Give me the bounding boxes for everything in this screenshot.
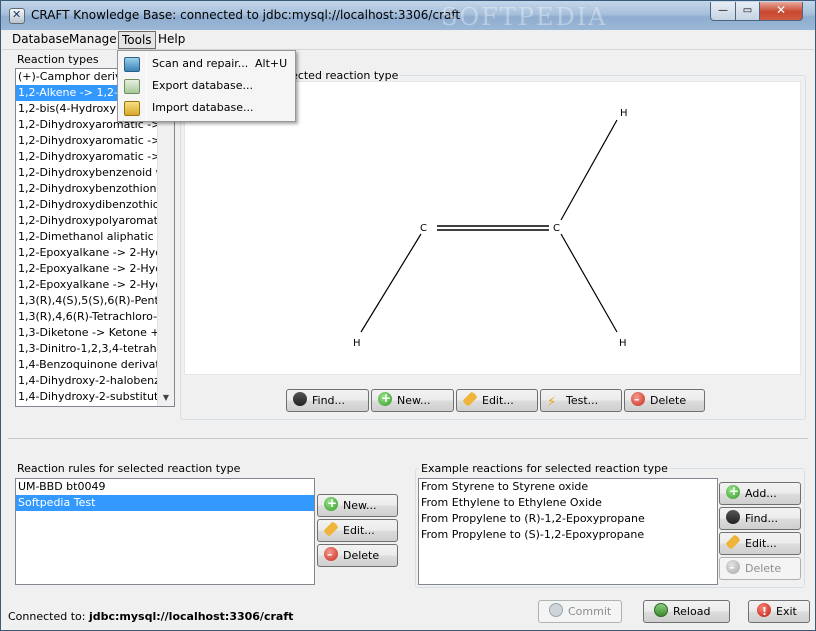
delete-reaction-type-button[interactable]: Delete [624, 389, 705, 412]
atom-c1: C [420, 223, 427, 234]
reaction-type-item[interactable]: 1,2-Epoxyalkane -> 2-Hydro: [16, 261, 174, 277]
softpedia-watermark: SOFTPEDIA [441, 3, 608, 31]
reaction-rules-label: Reaction rules for selected reaction typ… [17, 462, 241, 475]
pencil-icon [463, 392, 477, 406]
connection-string: jdbc:mysql://localhost:3306/craft [88, 610, 294, 623]
delete-rule-button[interactable]: Delete [317, 544, 398, 567]
reaction-type-item[interactable]: 1,2-Dihydroxydibenzothiophe [16, 197, 174, 213]
reaction-rule-item[interactable]: Softpedia Test [16, 495, 314, 511]
find-example-button[interactable]: Find... [719, 507, 801, 530]
scan-icon [124, 57, 140, 72]
reaction-type-item[interactable]: 1,4-Benzoquinone derivative [16, 357, 174, 373]
menu-tools[interactable]: Tools [118, 31, 156, 49]
plus-icon [324, 493, 338, 514]
reaction-type-item[interactable]: 1,4-Dihydroxy-2-halobenzen [16, 373, 174, 389]
example-reactions-label: Example reactions for selected reaction … [419, 462, 670, 475]
molecule-structure: C C H H H [353, 108, 628, 349]
example-reactions-list[interactable]: From Styrene to Styrene oxide From Ethyle… [418, 478, 718, 585]
app-icon[interactable] [9, 8, 25, 24]
bond-c1-h1 [360, 233, 422, 333]
edit-reaction-type-button[interactable]: Edit... [456, 389, 538, 412]
reaction-type-item[interactable]: 1,3-Diketone -> Ketone + Ca [16, 325, 174, 341]
menu-item-import-database[interactable]: Import database... [118, 97, 295, 119]
atom-c2: C [553, 223, 560, 234]
add-example-button[interactable]: Add... [719, 481, 801, 505]
example-reaction-item[interactable]: From Propylene to (S)-1,2-Epoxypropane [419, 527, 717, 543]
reaction-rule-item[interactable]: UM-BBD bt0049 [16, 479, 314, 495]
menu-database[interactable]: Database [9, 31, 72, 49]
scroll-down-arrow-icon[interactable]: ▼ [158, 390, 174, 406]
delete-example-button[interactable]: Delete [719, 557, 801, 580]
reaction-type-item[interactable]: 1,3(R),4(S),5(S),6(R)-Pentac [16, 293, 174, 309]
binoculars-icon [726, 510, 740, 524]
menu-item-export-database[interactable]: Export database... [118, 75, 295, 97]
find-reaction-type-button[interactable]: Find... [286, 389, 369, 412]
minus-icon [631, 389, 645, 410]
main-window: CRAFT Knowledge Base: connected to jdbc:… [0, 0, 816, 631]
reaction-type-item[interactable]: 1,2-Dihydroxybenzothionoid [16, 181, 174, 197]
plus-icon [726, 481, 740, 502]
reaction-type-item[interactable]: 1,2-Epoxyalkane -> 2-Hydro: [16, 277, 174, 293]
close-button[interactable]: ✕ [759, 2, 803, 21]
minus-icon [726, 557, 740, 578]
menu-bar: Database Manage Tools Help [2, 30, 814, 50]
reaction-type-item[interactable]: 1,3-Dinitro-1,2,3,4-tetrahydr [16, 341, 174, 357]
pencil-icon [726, 535, 740, 549]
title-bar[interactable]: CRAFT Knowledge Base: connected to jdbc:… [1, 1, 815, 31]
atom-h-right: H [619, 338, 627, 349]
reload-icon [654, 603, 668, 617]
bond-c2-h2 [560, 119, 618, 221]
reaction-type-item[interactable]: 1,2-Dihydroxyaromatic -> 2- [16, 149, 174, 165]
lightning-icon: ⚡ [547, 395, 557, 410]
exit-icon [757, 601, 771, 622]
window-title: CRAFT Knowledge Base: connected to jdbc:… [31, 8, 461, 22]
reaction-type-item[interactable]: 1,4-Dihydroxy-2-substituted [16, 389, 174, 405]
example-reaction-item[interactable]: From Propylene to (R)-1,2-Epoxypropane [419, 511, 717, 527]
example-reaction-item[interactable]: From Ethylene to Ethylene Oxide [419, 495, 717, 511]
reaction-types-label: Reaction types [17, 53, 99, 66]
plus-icon [378, 388, 392, 409]
menu-item-scan-repair[interactable]: Scan and repair... Alt+U [118, 53, 295, 75]
status-bar: Connected to: jdbc:mysql://localhost:330… [8, 610, 294, 623]
new-rule-button[interactable]: New... [317, 493, 398, 517]
reaction-type-item[interactable]: 1,2-Dihydroxypolyaromatic - [16, 213, 174, 229]
import-icon [124, 101, 140, 116]
minimize-button[interactable]: — [710, 2, 736, 21]
example-reaction-item[interactable]: From Styrene to Styrene oxide [419, 479, 717, 495]
reaction-type-item[interactable]: 1,2-Dimethanol aliphatic ring [16, 229, 174, 245]
menu-manage[interactable]: Manage [66, 31, 120, 49]
tools-dropdown-menu: Scan and repair... Alt+U Export database… [117, 50, 296, 122]
edit-example-button[interactable]: Edit... [719, 532, 801, 555]
pencil-icon [324, 522, 338, 536]
atom-h-top: H [620, 108, 628, 119]
bond-c2-h3 [560, 233, 618, 333]
maximize-button[interactable]: ▭ [735, 2, 760, 21]
commit-icon [549, 603, 563, 617]
molecule-canvas[interactable]: C C H H H [184, 81, 801, 375]
exit-button[interactable]: Exit [748, 600, 810, 623]
export-icon [124, 79, 140, 94]
binoculars-icon [293, 392, 307, 406]
atom-h-left: H [353, 338, 361, 349]
menu-help[interactable]: Help [155, 31, 188, 49]
commit-button[interactable]: Commit [538, 600, 622, 623]
new-reaction-type-button[interactable]: New... [371, 388, 454, 412]
reaction-type-item[interactable]: 1,3(R),4,6(R)-Tetrachloro-1, [16, 309, 174, 325]
reload-button[interactable]: Reload [643, 600, 730, 623]
reaction-type-item[interactable]: 1,2-Dihydroxybenzenoid w fu [16, 165, 174, 181]
edit-rule-button[interactable]: Edit... [317, 519, 398, 542]
reaction-type-item[interactable]: 1,2-Dihydroxyaromatic -> 2- [16, 133, 174, 149]
minus-icon [324, 544, 338, 565]
test-reaction-type-button[interactable]: ⚡ Test... [540, 389, 622, 412]
section-divider [8, 438, 808, 439]
reaction-rules-list[interactable]: UM-BBD bt0049 Softpedia Test [15, 478, 315, 585]
reaction-type-item[interactable]: 1,2-Epoxyalkane -> 2-Hydro: [16, 245, 174, 261]
